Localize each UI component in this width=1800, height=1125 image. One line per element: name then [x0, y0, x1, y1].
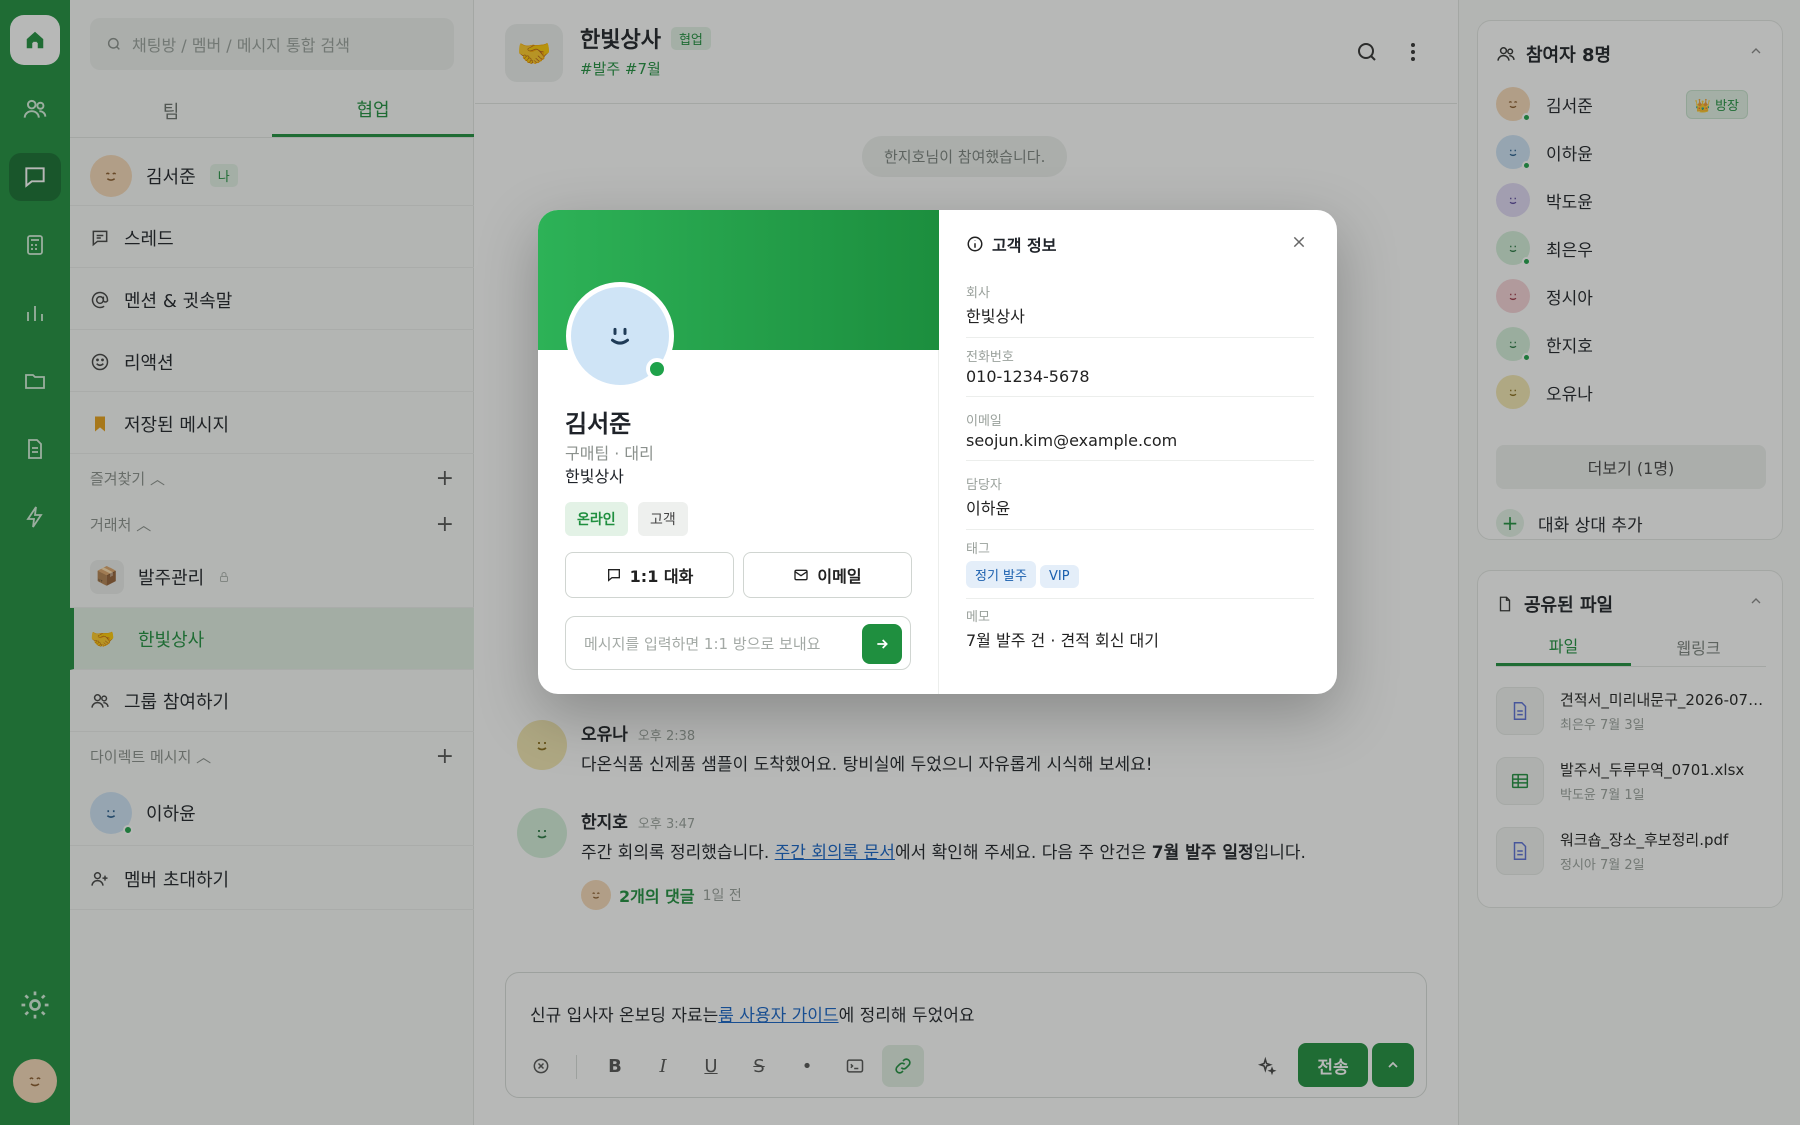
button-label: 이메일: [817, 567, 862, 586]
info-title-label: 고객 정보: [992, 236, 1057, 255]
field-email: 이메일 seojun.kim@example.com: [966, 410, 1314, 461]
field-value[interactable]: 010-1234-5678: [966, 367, 1314, 386]
customer-info-section: 고객 정보 회사한빛상사 전화번호 010-1234-5678 이메일 seojun…: [940, 210, 1337, 694]
field-manager: 담당자이하윤: [966, 474, 1314, 530]
online-dot: [646, 358, 668, 380]
profile-name: 김서준: [565, 410, 632, 438]
info-icon: [967, 236, 983, 252]
direct-chat-button[interactable]: 1:1 대화: [565, 552, 734, 598]
close-button[interactable]: [1291, 234, 1307, 250]
field-label: 담당자: [966, 478, 1002, 493]
email-button[interactable]: 이메일: [743, 552, 912, 598]
tag-chip: 정기 발주: [966, 561, 1036, 588]
field-value[interactable]: seojun.kim@example.com: [966, 431, 1314, 450]
field-value: 7월 발주 건 · 견적 회신 대기: [966, 631, 1159, 650]
tag-chip: VIP: [1039, 565, 1079, 588]
button-label: 1:1 대화: [629, 567, 694, 586]
field-tags: 태그정기 발주 VIP: [966, 538, 1314, 599]
info-title: 고객 정보: [966, 232, 1056, 256]
direct-message-input[interactable]: 메시지를 입력하면 1:1 방으로 보내요: [565, 616, 911, 670]
field-value: 이하윤: [966, 499, 1011, 518]
arrow-right-icon: [877, 639, 888, 649]
profile-section: 김서준 구매팀 · 대리 한빛상사 온라인 고객 1:1 대화 이메일 메시지를…: [538, 210, 939, 694]
field-phone: 전화번호 010-1234-5678: [966, 346, 1314, 397]
smile-face-icon: [611, 327, 629, 345]
input-placeholder: 메시지를 입력하면 1:1 방으로 보내요: [584, 634, 821, 653]
chat-icon: [607, 569, 620, 582]
field-label: 태그: [966, 542, 990, 557]
status-badge: 온라인: [565, 502, 628, 536]
customer-profile-modal: 김서준 구매팀 · 대리 한빛상사 온라인 고객 1:1 대화 이메일 메시지를…: [538, 210, 1337, 694]
field-memo: 메모 7월 발주 건 · 견적 회신 대기: [966, 606, 1314, 661]
profile-role: 구매팀 · 대리: [565, 444, 654, 463]
field-label: 전화번호: [966, 350, 1014, 365]
close-icon: [1293, 236, 1305, 248]
mail-icon: [794, 569, 809, 581]
field-value: 한빛상사: [966, 307, 1025, 326]
send-direct-button[interactable]: [862, 624, 902, 664]
field-label: 메모: [966, 610, 990, 625]
field-label: 회사: [966, 286, 990, 301]
profile-company: 한빛상사: [565, 467, 624, 486]
type-badge: 고객: [638, 502, 688, 536]
field-label: 이메일: [966, 414, 1002, 429]
field-company: 회사한빛상사: [966, 282, 1314, 338]
